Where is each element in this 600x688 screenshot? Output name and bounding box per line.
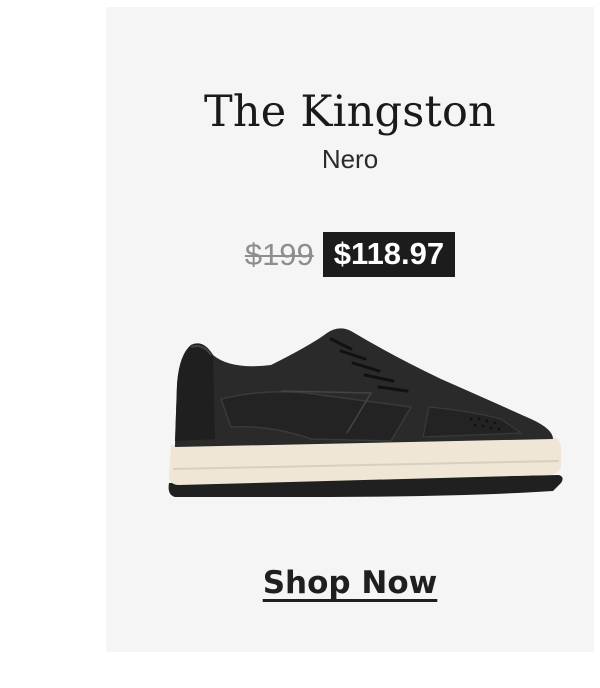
shoe-heel-panel xyxy=(175,343,215,441)
original-price: $199 xyxy=(244,236,314,272)
sale-price-badge: $118.97 xyxy=(322,232,456,277)
shop-now-container: Shop Now xyxy=(106,565,594,601)
shop-now-link[interactable]: Shop Now xyxy=(263,565,438,601)
product-card: The Kingston Nero $199 $118.97 Shop Now xyxy=(106,7,594,652)
price-row: $199 $118.97 xyxy=(106,232,594,277)
product-color-name: Nero xyxy=(321,144,379,174)
product-title: The Kingston xyxy=(204,87,496,137)
sneaker-product-image[interactable] xyxy=(161,315,571,505)
